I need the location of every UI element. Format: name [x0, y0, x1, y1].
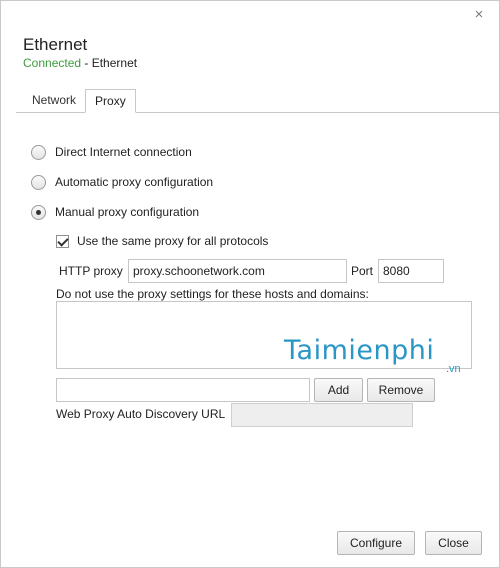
bypass-label: Do not use the proxy settings for these …	[56, 287, 369, 301]
connection-status: Connected - Ethernet	[23, 56, 137, 70]
radio-row-manual[interactable]: Manual proxy configuration	[31, 203, 199, 221]
status-network-name: - Ethernet	[81, 56, 138, 70]
radio-automatic-label: Automatic proxy configuration	[55, 175, 214, 189]
wpad-input	[231, 403, 413, 427]
close-button[interactable]: Close	[425, 531, 482, 555]
radio-manual[interactable]	[31, 204, 46, 220]
radio-manual-label: Manual proxy configuration	[55, 205, 200, 219]
tab-network[interactable]: Network	[23, 89, 85, 113]
bypass-list[interactable]	[56, 301, 472, 369]
same-proxy-label: Use the same proxy for all protocols	[77, 234, 269, 248]
radio-direct[interactable]	[31, 144, 46, 160]
http-proxy-input[interactable]	[128, 259, 347, 283]
radio-automatic[interactable]	[31, 174, 46, 190]
status-connected: Connected	[23, 56, 82, 70]
same-proxy-row[interactable]: Use the same proxy for all protocols	[56, 233, 268, 249]
bypass-entry-input[interactable]	[56, 378, 310, 402]
ethernet-dialog: × Ethernet Connected - Ethernet Network …	[0, 0, 500, 568]
port-input[interactable]	[378, 259, 444, 283]
tab-bar: Network Proxy	[23, 89, 136, 113]
configure-button[interactable]: Configure	[337, 531, 415, 555]
port-label: Port	[351, 264, 374, 278]
radio-row-direct[interactable]: Direct Internet connection	[31, 143, 192, 161]
http-proxy-label: HTTP proxy	[59, 264, 123, 278]
close-icon[interactable]: ×	[471, 7, 487, 23]
radio-direct-label: Direct Internet connection	[55, 145, 192, 159]
same-proxy-checkbox[interactable]	[56, 234, 69, 248]
remove-button[interactable]: Remove	[367, 378, 435, 402]
dialog-title: Ethernet	[23, 35, 88, 54]
tab-proxy[interactable]: Proxy	[85, 89, 136, 113]
wpad-label: Web Proxy Auto Discovery URL	[56, 407, 226, 421]
radio-row-automatic[interactable]: Automatic proxy configuration	[31, 173, 213, 191]
add-button[interactable]: Add	[314, 378, 363, 402]
